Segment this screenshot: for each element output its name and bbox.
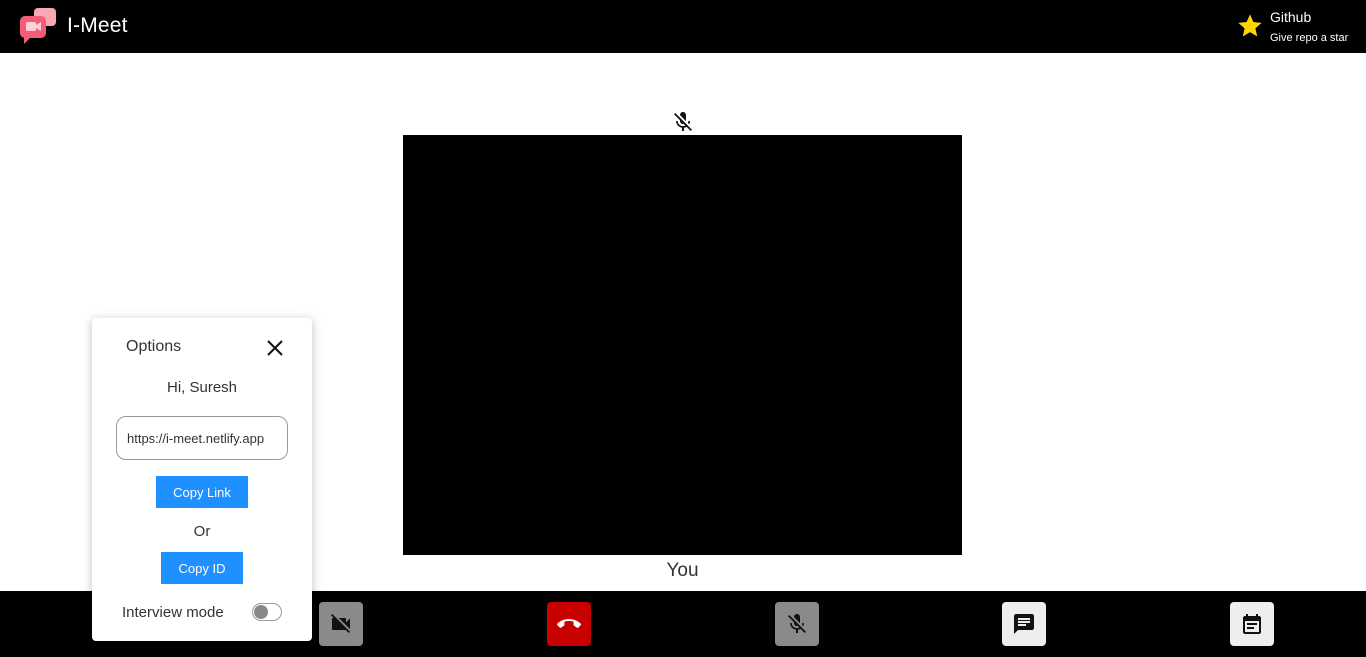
toggle-knob bbox=[254, 605, 268, 619]
star-icon bbox=[1238, 14, 1262, 37]
interview-mode-toggle[interactable] bbox=[252, 603, 282, 621]
copy-link-button[interactable]: Copy Link bbox=[156, 476, 248, 508]
toggle-video-button[interactable] bbox=[319, 602, 363, 646]
toggle-mic-button[interactable] bbox=[775, 602, 819, 646]
meeting-page: I-Meet Github Give repo a star You Optio… bbox=[0, 0, 1366, 657]
close-options-button[interactable] bbox=[264, 337, 286, 359]
end-call-button[interactable] bbox=[547, 602, 591, 646]
calendar-icon bbox=[1243, 614, 1261, 634]
options-panel: Options Hi, Suresh Copy Link Or Copy ID … bbox=[92, 318, 312, 641]
github-text: Github Give repo a star bbox=[1270, 8, 1348, 45]
schedule-button[interactable] bbox=[1230, 602, 1274, 646]
meeting-link-input[interactable] bbox=[116, 416, 288, 460]
mic-off-icon bbox=[788, 614, 806, 633]
top-header: I-Meet Github Give repo a star bbox=[0, 0, 1366, 53]
greeting-text: Hi, Suresh bbox=[166, 379, 238, 396]
brand[interactable]: I-Meet bbox=[18, 6, 128, 46]
copy-id-button[interactable]: Copy ID bbox=[161, 552, 243, 584]
video-off-icon bbox=[331, 614, 350, 633]
chat-button[interactable] bbox=[1002, 602, 1046, 646]
app-title: I-Meet bbox=[67, 14, 128, 37]
github-subtitle: Give repo a star bbox=[1270, 32, 1349, 44]
chat-icon bbox=[1014, 614, 1034, 634]
or-separator: Or bbox=[193, 523, 211, 540]
video-owner-label: You bbox=[666, 560, 699, 581]
close-icon bbox=[267, 340, 283, 356]
github-title: Github bbox=[1270, 9, 1312, 25]
mic-off-icon bbox=[671, 110, 695, 134]
interview-mode-label: Interview mode bbox=[122, 604, 224, 621]
end-call-icon bbox=[557, 619, 581, 628]
options-title: Options bbox=[126, 338, 182, 355]
self-video bbox=[403, 135, 962, 555]
github-link[interactable]: Github Give repo a star bbox=[1236, 8, 1348, 45]
app-logo-icon bbox=[18, 6, 60, 46]
